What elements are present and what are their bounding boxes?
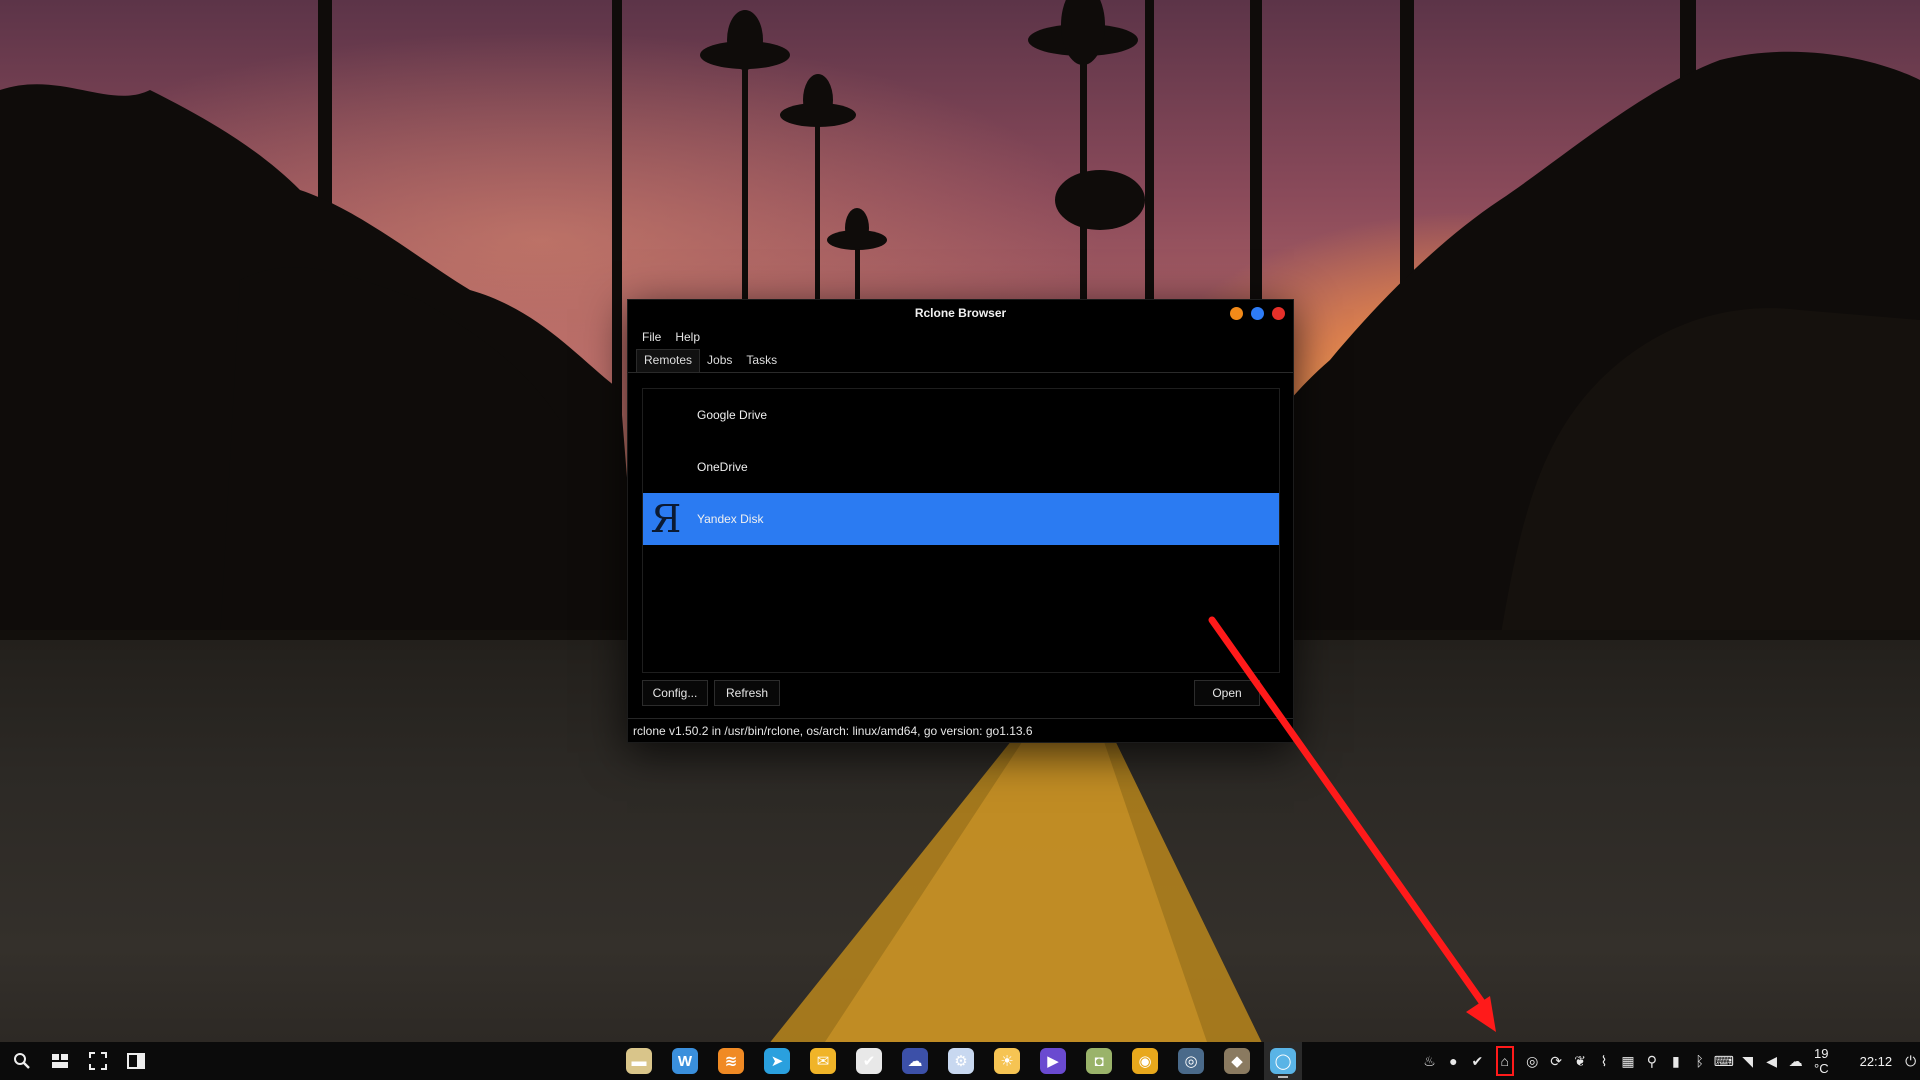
network-app-icon-glyph: ◎ xyxy=(1178,1048,1204,1074)
remote-label: OneDrive xyxy=(697,460,748,474)
tray-bluetooth-icon[interactable]: ᛒ xyxy=(1690,1042,1709,1080)
android-app-icon-glyph: ◘ xyxy=(1086,1048,1112,1074)
tab-bar: Remotes Jobs Tasks xyxy=(628,348,1293,373)
taskbar: ▬ W ≋ ➤ ✉ ✔ ☁ ⚙ ☀ ▶ ◘ ◉ ◎ ◆ ◯ ♨ ● ✔ ⌂ ◎ ⟳ ❦ ⌇ ▦ ⚲ ▮ ᛒ ⌨ ◥ ◀ ☁ 19 °C 22:… xyxy=(0,1042,1920,1080)
remote-row-google-drive[interactable]: Google Drive xyxy=(643,389,1279,441)
rclone-browser-icon[interactable]: ◯ xyxy=(1264,1042,1302,1080)
file-manager-icon-glyph: ▬ xyxy=(626,1048,652,1074)
tray-weather-icon[interactable]: ☁ xyxy=(1786,1042,1805,1080)
google-drive-icon xyxy=(643,389,689,441)
tray-chat-icon[interactable]: ● xyxy=(1444,1042,1463,1080)
power-icon[interactable]: ⏻ xyxy=(1901,1042,1920,1080)
cloud-app-icon-glyph: ☁ xyxy=(902,1048,928,1074)
fullscreen-icon[interactable] xyxy=(82,1042,114,1080)
settings-app-icon-glyph: ⚙ xyxy=(948,1048,974,1074)
android-app-icon[interactable]: ◘ xyxy=(1080,1042,1118,1080)
gimp-icon[interactable]: ◆ xyxy=(1218,1042,1256,1080)
video-app-icon-glyph: ▶ xyxy=(1040,1048,1066,1074)
rclone-version-status: rclone v1.50.2 in /usr/bin/rclone, os/ar… xyxy=(633,723,1033,738)
minimize-button[interactable] xyxy=(1230,307,1243,320)
settings-app-icon[interactable]: ⚙ xyxy=(942,1042,980,1080)
cloud-app-icon[interactable]: ☁ xyxy=(896,1042,934,1080)
system-tray: ♨ ● ✔ ⌂ ◎ ⟳ ❦ ⌇ ▦ ⚲ ▮ ᛒ ⌨ ◥ ◀ ☁ 19 °C 22:12 ⏻ xyxy=(1420,1042,1920,1080)
chrome-icon[interactable]: ◉ xyxy=(1126,1042,1164,1080)
weather-temperature[interactable]: 19 °C xyxy=(1810,1046,1851,1076)
remote-row-yandex-disk[interactable]: Я Yandex Disk xyxy=(643,493,1279,545)
menu-bar: File Help xyxy=(628,326,1293,348)
wingpanel-w-icon[interactable]: W xyxy=(666,1042,704,1080)
active-indicator xyxy=(1278,1076,1288,1078)
taskbar-left xyxy=(6,1042,152,1080)
tab-remotes[interactable]: Remotes xyxy=(636,349,701,372)
telegram-icon-glyph: ➤ xyxy=(764,1048,790,1074)
tray-volume-icon[interactable]: ◀ xyxy=(1762,1042,1781,1080)
tray-flame-icon[interactable]: ♨ xyxy=(1420,1042,1439,1080)
menu-file[interactable]: File xyxy=(642,330,661,344)
remote-label: Google Drive xyxy=(697,408,768,422)
wingpanel-w-icon-glyph: W xyxy=(672,1048,698,1074)
tab-tasks[interactable]: Tasks xyxy=(739,350,784,372)
menu-help[interactable]: Help xyxy=(675,330,700,344)
tray-check-icon[interactable]: ✔ xyxy=(1468,1042,1487,1080)
gimp-icon-glyph: ◆ xyxy=(1224,1048,1250,1074)
status-bar: rclone v1.50.2 in /usr/bin/rclone, os/ar… xyxy=(628,718,1293,742)
workspaces-icon[interactable] xyxy=(44,1042,76,1080)
telegram-icon[interactable]: ➤ xyxy=(758,1042,796,1080)
rclone-browser-window: Rclone Browser File Help Remotes Jobs Ta… xyxy=(627,299,1294,743)
window-controls xyxy=(1230,307,1285,320)
network-app-icon[interactable]: ◎ xyxy=(1172,1042,1210,1080)
weather-app-icon-glyph: ☀ xyxy=(994,1048,1020,1074)
tasks-check-icon-glyph: ✔ xyxy=(856,1048,882,1074)
tray-rclone-lock-icon[interactable]: ⌂ xyxy=(1492,1042,1518,1080)
tray-leaf-icon[interactable]: ❦ xyxy=(1571,1042,1590,1080)
mail-icon-glyph: ✉ xyxy=(810,1048,836,1074)
refresh-button[interactable]: Refresh xyxy=(714,680,780,706)
tray-grid-icon[interactable]: ▦ xyxy=(1618,1042,1637,1080)
onedrive-icon xyxy=(643,441,689,493)
open-button[interactable]: Open xyxy=(1194,680,1260,706)
weather-app-icon[interactable]: ☀ xyxy=(988,1042,1026,1080)
tasks-check-icon[interactable]: ✔ xyxy=(850,1042,888,1080)
close-button[interactable] xyxy=(1272,307,1285,320)
tray-paperclip-icon[interactable]: ⌇ xyxy=(1595,1042,1614,1080)
search-icon[interactable] xyxy=(6,1042,38,1080)
video-app-icon[interactable]: ▶ xyxy=(1034,1042,1072,1080)
tray-battery-icon[interactable]: ▮ xyxy=(1666,1042,1685,1080)
remote-label: Yandex Disk xyxy=(697,512,764,526)
tray-keyboard-icon[interactable]: ⌨ xyxy=(1714,1042,1734,1080)
road-center-line xyxy=(740,730,1280,1080)
tab-jobs[interactable]: Jobs xyxy=(700,350,739,372)
config-button[interactable]: Config... xyxy=(642,680,708,706)
rss-icon[interactable]: ≋ xyxy=(712,1042,750,1080)
file-manager-icon[interactable]: ▬ xyxy=(620,1042,658,1080)
tray-sync-icon[interactable]: ⟳ xyxy=(1547,1042,1566,1080)
tray-steam-icon[interactable]: ◎ xyxy=(1523,1042,1542,1080)
maximize-button[interactable] xyxy=(1251,307,1264,320)
remote-row-onedrive[interactable]: OneDrive xyxy=(643,441,1279,493)
title-bar[interactable]: Rclone Browser xyxy=(628,300,1293,326)
taskbar-apps: ▬ W ≋ ➤ ✉ ✔ ☁ ⚙ ☀ ▶ ◘ ◉ ◎ ◆ ◯ xyxy=(620,1042,1302,1080)
window-title: Rclone Browser xyxy=(914,306,1007,320)
panel-icon[interactable] xyxy=(120,1042,152,1080)
mail-icon[interactable]: ✉ xyxy=(804,1042,842,1080)
remotes-list: Google Drive OneDrive Я Yandex Disk xyxy=(642,388,1280,673)
rclone-browser-icon-glyph: ◯ xyxy=(1270,1048,1296,1074)
yandex-disk-icon: Я xyxy=(650,497,682,541)
tray-wifi-icon[interactable]: ◥ xyxy=(1738,1042,1757,1080)
clock[interactable]: 22:12 xyxy=(1856,1054,1897,1069)
chrome-icon-glyph: ◉ xyxy=(1132,1048,1158,1074)
rss-icon-glyph: ≋ xyxy=(718,1048,744,1074)
tray-location-icon[interactable]: ⚲ xyxy=(1642,1042,1661,1080)
